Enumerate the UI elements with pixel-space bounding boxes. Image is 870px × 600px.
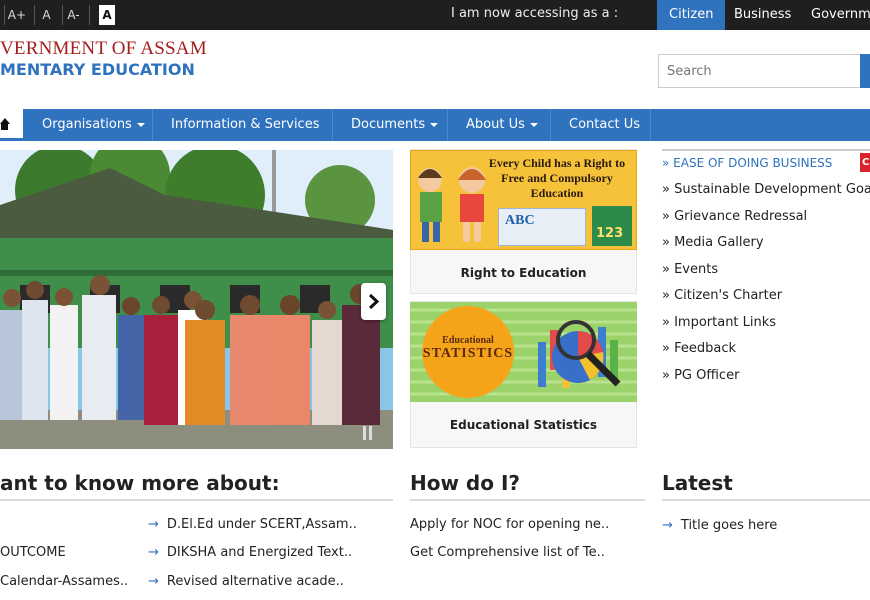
know-more-title: ant to know more about: <box>0 471 280 495</box>
high-contrast-button[interactable]: A <box>99 5 115 25</box>
know-more-link-deled[interactable]: → D.El.Ed under SCERT,Assam.. <box>148 517 357 532</box>
statistics-banner-line2: STATISTICS <box>422 346 514 361</box>
quick-link-pg-officer[interactable]: » PG Officer <box>662 368 739 383</box>
nav-information-services[interactable]: Information & Services <box>153 109 333 159</box>
arrow-right-icon: → <box>148 517 159 532</box>
nav-information-services-label: Information & Services <box>171 117 320 132</box>
quick-link-tag[interactable]: C <box>860 153 870 172</box>
how-do-i-link-list[interactable]: Get Comprehensive list of Te.. <box>410 545 605 560</box>
nav-contact-us-label: Contact Us <box>569 117 640 132</box>
card-caption-statistics[interactable]: Educational Statistics <box>410 418 637 432</box>
latest-divider <box>662 499 870 501</box>
latest-item-label: Title goes here <box>680 518 778 533</box>
arrow-right-icon: → <box>148 574 159 589</box>
chevron-right-icon <box>368 293 380 310</box>
rte-board-numbers: 123 <box>596 226 624 241</box>
nav-documents[interactable]: Documents <box>333 109 448 141</box>
arrow-right-icon: → <box>148 545 159 560</box>
slider-next-button[interactable] <box>361 283 386 320</box>
statistics-banner-text: Educational STATISTICS <box>422 335 514 362</box>
know-more-link-revised[interactable]: → Revised alternative acade.. <box>148 574 344 589</box>
quick-link-events[interactable]: » Events <box>662 262 718 277</box>
nav-organisations[interactable]: Organisations <box>23 109 153 141</box>
rte-banner-text: Every Child has a Right to Free and Comp… <box>478 156 636 201</box>
quick-links-divider <box>662 149 870 151</box>
font-normal-button[interactable]: A <box>34 5 58 25</box>
home-icon <box>0 118 10 130</box>
tab-citizen[interactable]: Citizen <box>657 0 726 30</box>
rte-banner-line3: Education <box>530 186 584 200</box>
arrow-right-icon: → <box>662 518 673 533</box>
latest-item[interactable]: → Title goes here <box>662 518 777 533</box>
nav-contact-us[interactable]: Contact Us <box>551 109 651 141</box>
know-more-divider <box>0 499 393 501</box>
slider-pause-button[interactable] <box>362 425 374 440</box>
slide-photo <box>0 150 393 449</box>
quick-link-media-gallery[interactable]: » Media Gallery <box>662 235 764 250</box>
rte-banner-line2: Free and Compulsory <box>501 171 613 185</box>
nav-about-us-label: About Us <box>466 117 525 132</box>
know-more-link-diksha[interactable]: → DIKSHA and Energized Text.. <box>148 545 352 560</box>
know-more-link-diksha-label: DIKSHA and Energized Text.. <box>166 545 353 560</box>
quick-link-important-links[interactable]: » Important Links <box>662 315 776 330</box>
know-more-link-revised-label: Revised alternative acade.. <box>166 574 344 589</box>
how-do-i-link-noc[interactable]: Apply for NOC for opening ne.. <box>410 517 609 532</box>
quick-link-ease-of-doing-business[interactable]: » EASE OF DOING BUSINESS <box>662 156 832 170</box>
latest-title: Latest <box>662 471 733 495</box>
rte-blackboard: ABC <box>498 208 586 246</box>
quick-link-grievance[interactable]: » Grievance Redressal <box>662 209 807 224</box>
nav-documents-label: Documents <box>351 117 426 132</box>
access-label: I am now accessing as a : <box>451 6 619 21</box>
rte-board-right: 123 <box>592 206 632 246</box>
search-button[interactable] <box>860 54 870 88</box>
home-button[interactable] <box>0 109 23 141</box>
font-increase-button[interactable]: A+ <box>4 5 26 25</box>
tab-business[interactable]: Business <box>722 0 803 30</box>
how-do-i-title: How do I? <box>410 471 520 495</box>
rte-banner-line1: Every Child has a Right to <box>488 156 626 170</box>
nav-organisations-label: Organisations <box>42 117 132 132</box>
font-decrease-button[interactable]: A- <box>62 5 84 25</box>
nav-about-us[interactable]: About Us <box>448 109 551 141</box>
page: A+ A A- A I am now accessing as a : Citi… <box>0 0 870 600</box>
org-name-line2[interactable]: MENTARY EDUCATION <box>0 60 195 79</box>
rte-board-letters: ABC <box>505 213 535 228</box>
quick-link-sdg[interactable]: » Sustainable Development Goals <box>662 182 870 197</box>
how-do-i-divider <box>410 499 645 501</box>
know-more-link-calendar[interactable]: Calendar-Assames.. <box>0 574 128 589</box>
hero-slider[interactable] <box>0 150 393 449</box>
chevron-down-icon <box>136 122 145 127</box>
tab-government[interactable]: Governme <box>799 0 870 30</box>
org-name-line1[interactable]: VERNMENT OF ASSAM <box>0 38 207 60</box>
search-input[interactable] <box>658 54 862 88</box>
card-caption-rte[interactable]: Right to Education <box>410 266 637 280</box>
contrast-separator <box>89 5 93 25</box>
chevron-down-icon <box>529 122 538 127</box>
quick-link-citizens-charter[interactable]: » Citizen's Charter <box>662 288 782 303</box>
know-more-link-deled-label: D.El.Ed under SCERT,Assam.. <box>166 517 357 532</box>
quick-link-feedback[interactable]: » Feedback <box>662 341 736 356</box>
pause-icon <box>363 426 372 440</box>
chevron-down-icon <box>430 122 439 127</box>
statistics-banner-line1: Educational <box>442 335 494 346</box>
know-more-link-outcome[interactable]: OUTCOME <box>0 545 66 560</box>
